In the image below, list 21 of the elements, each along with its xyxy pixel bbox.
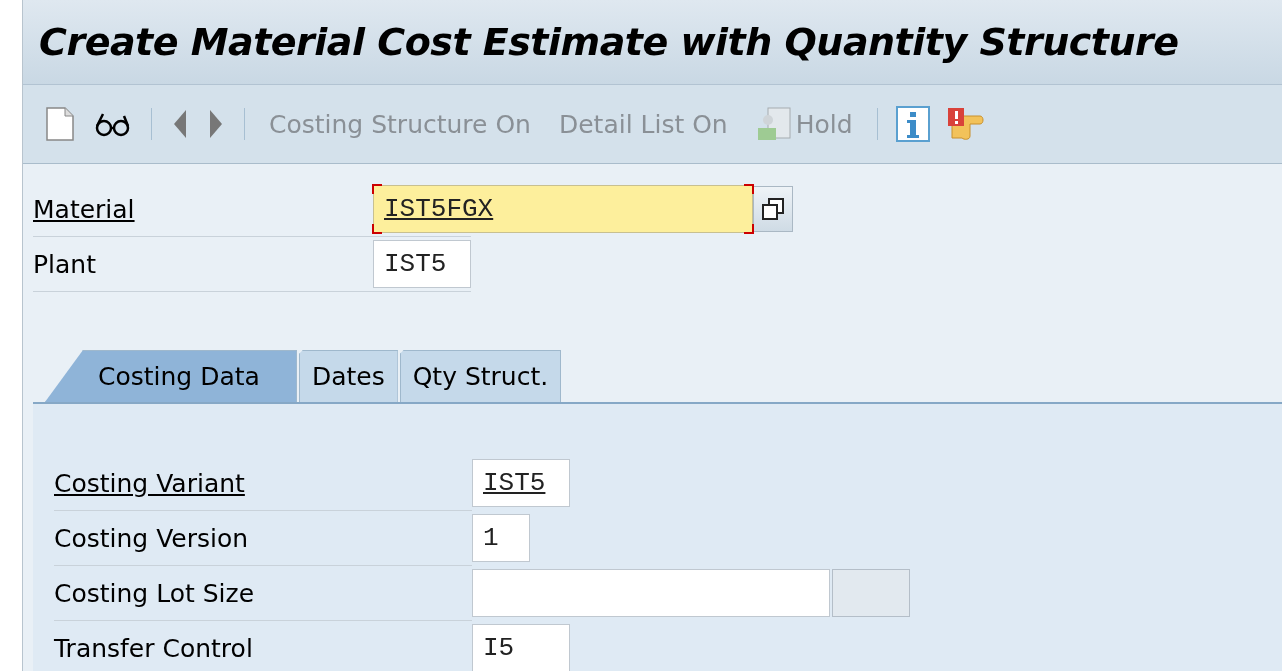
field-label: Costing Variant bbox=[54, 468, 246, 498]
field-label: Costing Version bbox=[54, 523, 250, 553]
field-label: Material bbox=[33, 194, 136, 224]
tab[interactable]: Dates bbox=[298, 350, 398, 402]
input-field[interactable]: IST5FGX bbox=[373, 185, 753, 233]
input-field[interactable] bbox=[472, 569, 830, 617]
field-label: Plant bbox=[33, 249, 97, 279]
tab[interactable]: Qty Struct. bbox=[399, 350, 562, 402]
info-icon bbox=[895, 106, 930, 142]
input-field[interactable]: IST5 bbox=[373, 240, 471, 288]
tab[interactable]: Costing Data bbox=[45, 350, 297, 402]
value-help-button[interactable] bbox=[753, 186, 793, 232]
blank-page-icon bbox=[43, 106, 77, 142]
input-field[interactable]: I5 bbox=[472, 624, 570, 671]
field-label: Costing Lot Size bbox=[54, 578, 256, 608]
input-field[interactable]: IST5 bbox=[472, 459, 570, 507]
field-label: Transfer Control bbox=[54, 633, 254, 663]
window-title: Create Material Cost Estimate with Quantity Structure bbox=[39, 20, 1179, 64]
copy-icon bbox=[761, 197, 785, 221]
input-field[interactable]: 1 bbox=[472, 514, 530, 562]
unit-field[interactable] bbox=[832, 569, 910, 617]
